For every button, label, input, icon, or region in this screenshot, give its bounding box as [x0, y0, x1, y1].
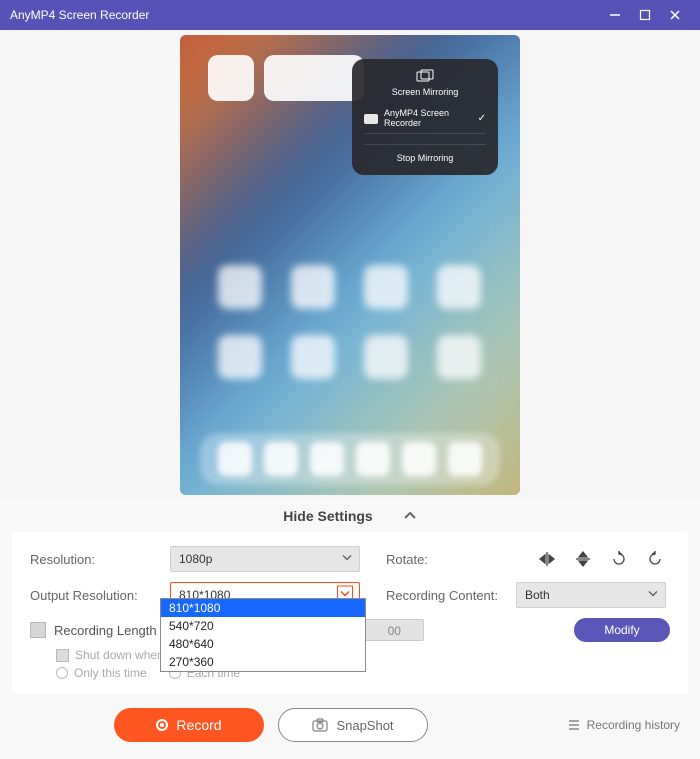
rotate-left-icon[interactable] [610, 550, 628, 568]
history-label: Recording history [587, 718, 680, 732]
hide-settings-label: Hide Settings [283, 508, 372, 524]
close-button[interactable] [660, 5, 690, 25]
dropdown-option[interactable]: 480*640 [161, 635, 365, 653]
snapshot-label: SnapShot [336, 718, 393, 733]
flip-horizontal-icon[interactable] [538, 550, 556, 568]
device-preview: Screen Mirroring AnyMP4 Screen Recorder … [180, 35, 520, 495]
recording-content-select[interactable]: Both [516, 582, 666, 608]
checkmark-icon [478, 113, 486, 124]
resolution-value: 1080p [179, 552, 212, 566]
resolution-select[interactable]: 1080p [170, 546, 360, 572]
rotate-right-icon[interactable] [646, 550, 664, 568]
dropdown-option[interactable]: 540*720 [161, 617, 365, 635]
record-button[interactable]: Record [114, 708, 264, 742]
output-resolution-dropdown[interactable]: 810*1080 540*720 480*640 270*360 [160, 598, 366, 672]
chevron-down-icon [341, 552, 353, 567]
device-icon [364, 114, 378, 124]
title-bar: AnyMP4 Screen Recorder [0, 0, 700, 30]
record-icon [156, 719, 168, 731]
mirror-header: Screen Mirroring [364, 69, 486, 97]
time-minutes-field[interactable]: 00 [364, 619, 424, 641]
chevron-down-icon [647, 588, 659, 603]
bottom-bar: Record SnapShot Recording history [0, 694, 700, 756]
flip-vertical-icon[interactable] [574, 550, 592, 568]
hide-settings-toggle[interactable]: Hide Settings [0, 500, 700, 532]
mirror-device-item[interactable]: AnyMP4 Screen Recorder [364, 105, 486, 134]
chevron-up-icon [403, 509, 417, 523]
camera-icon [312, 718, 328, 732]
shutdown-checkbox[interactable] [56, 649, 69, 662]
app-title: AnyMP4 Screen Recorder [10, 8, 600, 22]
rotate-label: Rotate: [386, 552, 506, 567]
only-this-time-radio[interactable] [56, 667, 68, 679]
screen-mirroring-popup: Screen Mirroring AnyMP4 Screen Recorder … [352, 59, 498, 175]
dropdown-option[interactable]: 270*360 [161, 653, 365, 671]
stop-mirroring-button[interactable]: Stop Mirroring [364, 144, 486, 163]
dropdown-option[interactable]: 810*1080 [161, 599, 365, 617]
snapshot-button[interactable]: SnapShot [278, 708, 428, 742]
list-icon [567, 719, 581, 731]
recording-length-label: Recording Length [54, 623, 157, 638]
preview-area: Screen Mirroring AnyMP4 Screen Recorder … [0, 30, 700, 500]
recording-length-checkbox[interactable] [30, 622, 46, 638]
mirror-title: Screen Mirroring [392, 87, 459, 97]
recording-history-link[interactable]: Recording history [567, 718, 680, 732]
output-resolution-label: Output Resolution: [30, 588, 160, 603]
record-label: Record [176, 717, 221, 733]
recording-content-label: Recording Content: [386, 588, 506, 603]
mirror-device-label: AnyMP4 Screen Recorder [384, 109, 472, 129]
settings-panel: Resolution: 1080p Rotate: Output Resolut… [12, 532, 688, 694]
maximize-button[interactable] [630, 5, 660, 25]
recording-content-value: Both [525, 588, 550, 602]
modify-button[interactable]: Modify [574, 618, 670, 642]
minimize-button[interactable] [600, 5, 630, 25]
resolution-label: Resolution: [30, 552, 160, 567]
only-this-time-label: Only this time [74, 666, 147, 680]
